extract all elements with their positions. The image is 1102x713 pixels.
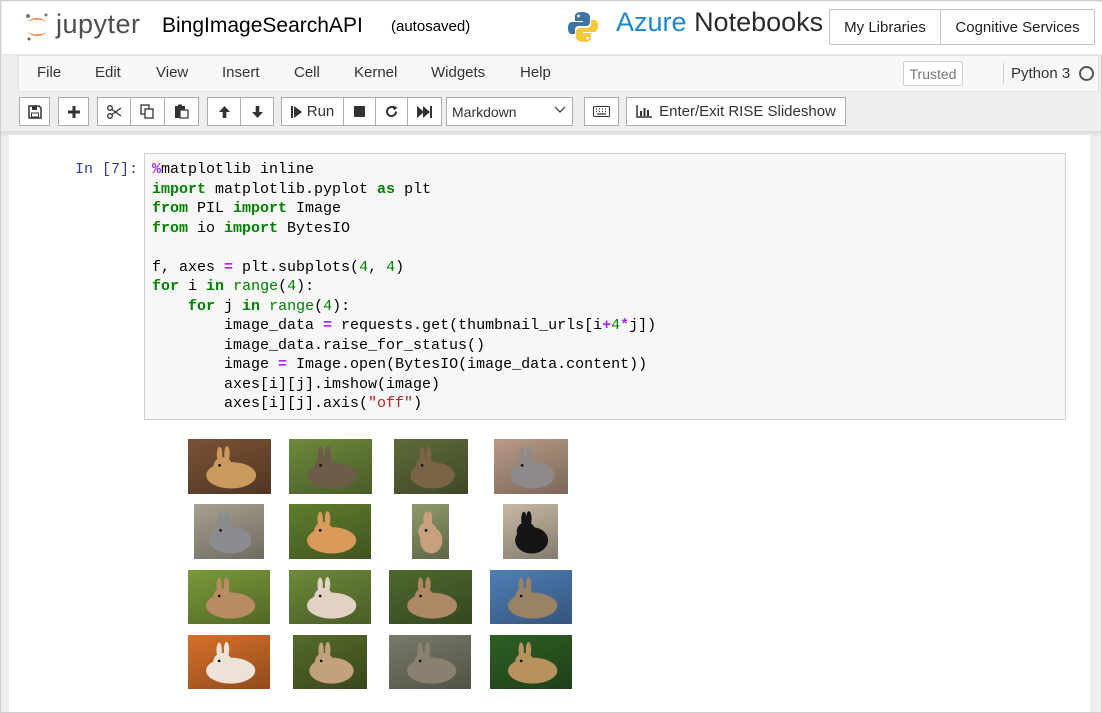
menu-insert[interactable]: Insert: [222, 64, 260, 81]
menubar: File Edit View Insert Cell Kernel Widget…: [18, 55, 1099, 92]
rise-slideshow-button[interactable]: Enter/Exit RISE Slideshow: [626, 97, 846, 126]
paste-button[interactable]: [164, 97, 199, 126]
cell-type-value: Markdown: [452, 104, 517, 120]
python-logo-icon: [568, 12, 598, 42]
interrupt-button[interactable]: [343, 97, 376, 126]
menu-help[interactable]: Help: [520, 64, 551, 81]
rabbit-image: [508, 642, 558, 684]
output-image-thumb: [490, 570, 572, 624]
rabbit-image: [407, 577, 458, 619]
output-image-thumb: [188, 439, 271, 494]
output-image-thumb: [188, 635, 270, 689]
notebook-window: jupyter BingImageSearchAPI (autosaved) A…: [0, 0, 1102, 713]
output-image-thumb: [494, 439, 568, 494]
code-cell[interactable]: %matplotlib inline import matplotlib.pyp…: [144, 153, 1066, 420]
output-image-thumb: [394, 439, 468, 494]
rabbit-image: [510, 446, 555, 489]
save-button[interactable]: [19, 97, 50, 126]
rabbit-image: [206, 446, 257, 489]
insert-cell-button[interactable]: [58, 97, 89, 126]
brand-notebooks: Notebooks: [694, 7, 824, 37]
cognitive-services-button[interactable]: Cognitive Services: [940, 9, 1095, 45]
menu-view[interactable]: View: [156, 64, 188, 81]
notebook-name[interactable]: BingImageSearchAPI: [162, 14, 363, 38]
menu-cell[interactable]: Cell: [294, 64, 320, 81]
refresh-icon: [386, 105, 398, 118]
menu-widgets[interactable]: Widgets: [431, 64, 485, 81]
jupyter-logo-icon[interactable]: [24, 11, 50, 43]
rabbit-image: [515, 511, 549, 554]
rabbit-image: [418, 511, 443, 554]
output-image-thumb: [389, 635, 471, 689]
scissors-icon: [106, 104, 121, 119]
rabbit-image: [206, 577, 256, 619]
fast-forward-icon: [417, 105, 432, 118]
kernel-divider: [1003, 63, 1004, 84]
run-all-button[interactable]: [407, 97, 442, 126]
my-libraries-button[interactable]: My Libraries: [829, 9, 941, 45]
restart-button[interactable]: [375, 97, 408, 126]
output-image-thumb: [412, 504, 449, 559]
chevron-down-icon: [554, 106, 566, 114]
rise-label: Enter/Exit RISE Slideshow: [659, 103, 836, 120]
notebook-page: In [7]: %matplotlib inline import matplo…: [9, 135, 1090, 712]
rabbit-image: [410, 446, 455, 489]
kernel-name: Python 3: [1011, 65, 1071, 82]
keyboard-icon: [593, 106, 610, 117]
run-button[interactable]: Run: [281, 97, 344, 126]
code-text[interactable]: %matplotlib inline import matplotlib.pyp…: [152, 160, 656, 414]
trusted-indicator[interactable]: Trusted: [903, 61, 963, 86]
menu-file[interactable]: File: [37, 64, 61, 81]
brand-azure: Azure: [616, 7, 687, 37]
cell-type-select[interactable]: Markdown: [446, 97, 573, 126]
command-palette-button[interactable]: [584, 97, 619, 126]
output-image-thumb: [188, 570, 270, 624]
bar-chart-icon: [636, 105, 653, 118]
arrow-down-icon: [251, 105, 263, 118]
stop-icon: [354, 106, 365, 117]
output-image-thumb: [293, 635, 367, 689]
rabbit-image: [206, 642, 256, 684]
run-label: Run: [306, 103, 335, 120]
header: jupyter BingImageSearchAPI (autosaved) A…: [2, 2, 1102, 55]
menu-edit[interactable]: Edit: [95, 64, 121, 81]
kernel-status-icon: [1079, 66, 1094, 81]
output-image-thumb: [289, 504, 371, 559]
output-image-thumb: [490, 635, 572, 689]
output-image-thumb: [289, 439, 372, 494]
output-image-thumb: [289, 570, 371, 624]
rabbit-image: [508, 577, 558, 619]
output-image-thumb: [503, 504, 558, 559]
rabbit-image: [307, 577, 357, 619]
copy-icon: [140, 104, 154, 119]
rabbit-image: [307, 446, 358, 489]
cut-button[interactable]: [97, 97, 131, 126]
save-icon: [27, 104, 42, 119]
paste-icon: [175, 104, 189, 119]
rabbit-image: [209, 511, 252, 554]
menu-kernel[interactable]: Kernel: [354, 64, 397, 81]
move-up-button[interactable]: [207, 97, 241, 126]
save-status: (autosaved): [391, 18, 471, 35]
azure-notebooks-brand: Azure Notebooks: [616, 7, 823, 38]
arrow-up-icon: [218, 105, 230, 118]
plus-icon: [67, 105, 80, 118]
output-image-thumb: [389, 570, 472, 624]
output-image-thumb: [194, 504, 264, 559]
move-down-button[interactable]: [240, 97, 274, 126]
copy-button[interactable]: [130, 97, 165, 126]
jupyter-wordmark[interactable]: jupyter: [56, 9, 141, 40]
rabbit-image: [307, 511, 357, 554]
rabbit-image: [309, 642, 354, 684]
input-prompt: In [7]:: [75, 161, 139, 178]
toolbar: Run Markdown Enter/Exit RISE Slideshow: [1, 93, 1101, 131]
step-forward-icon: [290, 105, 302, 118]
rabbit-image: [407, 642, 457, 684]
